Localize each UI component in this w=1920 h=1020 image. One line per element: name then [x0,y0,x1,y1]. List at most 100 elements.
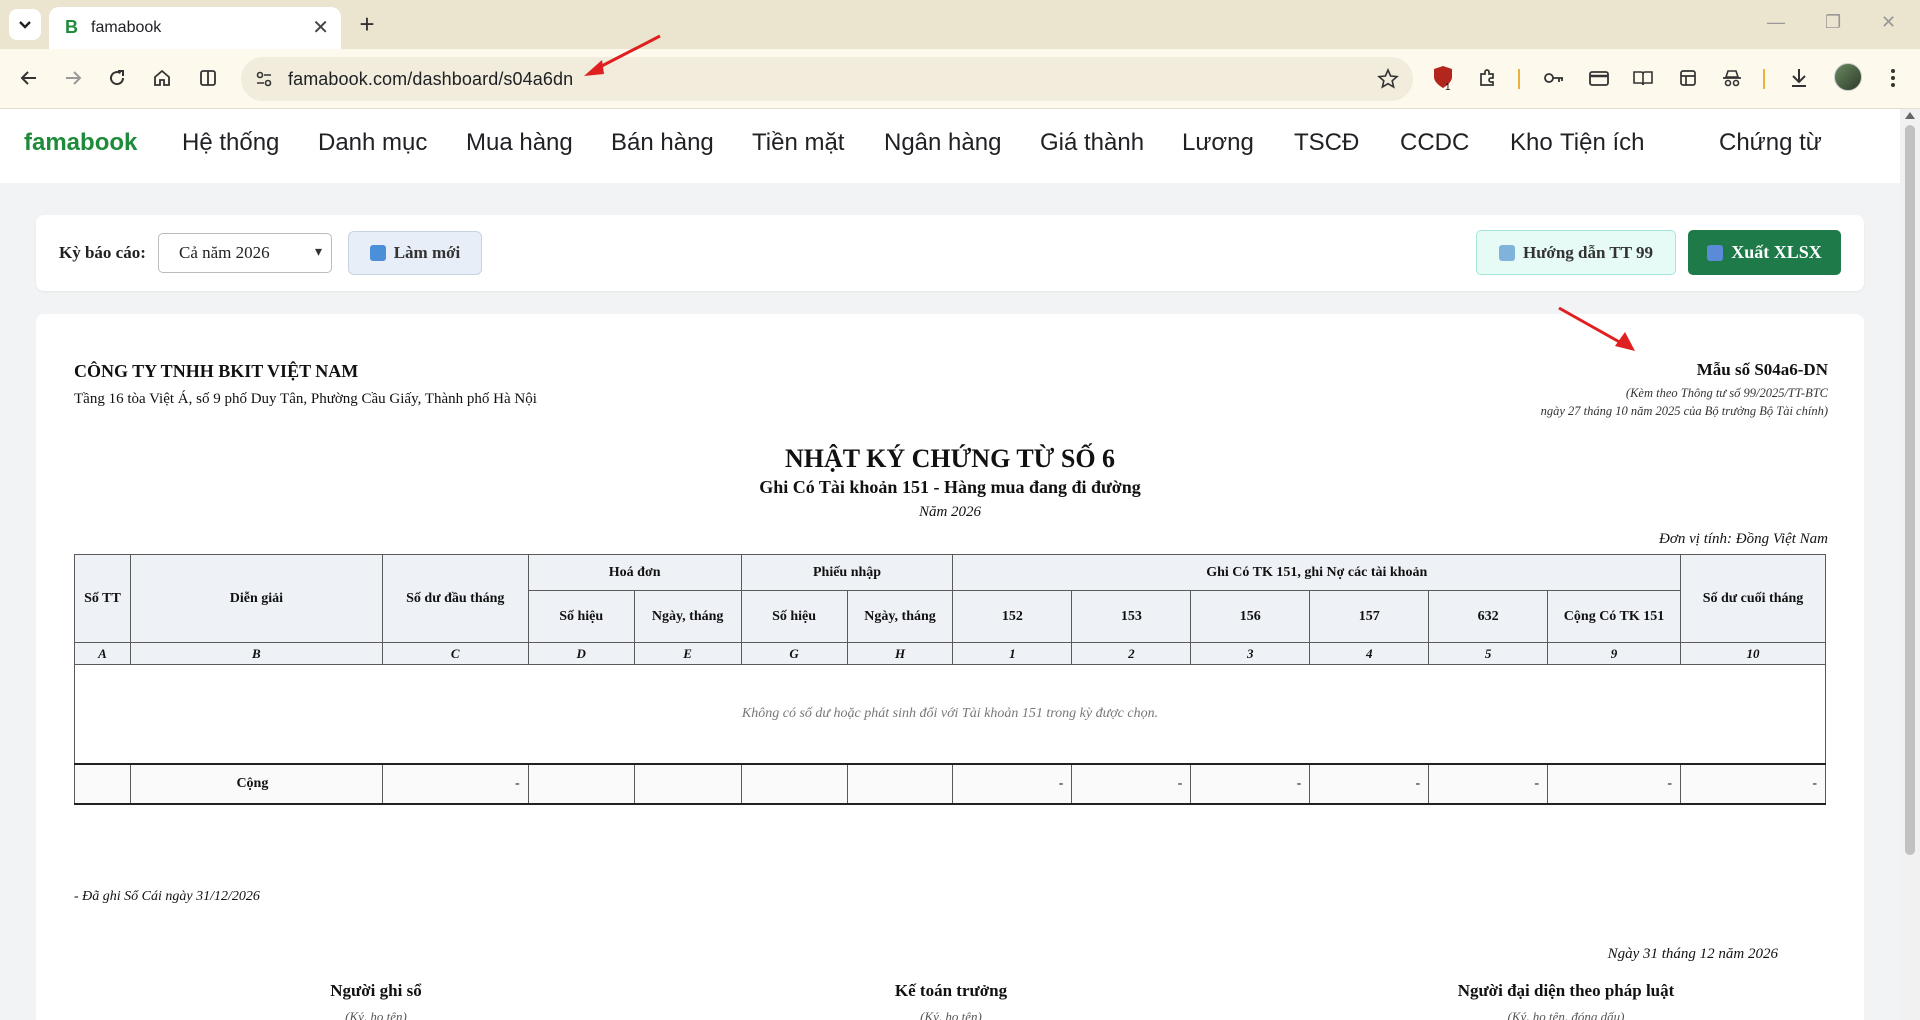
nav-chung-tu[interactable]: Chứng từ [1719,129,1822,157]
nav-kho[interactable]: Kho [1510,129,1553,157]
total-stt-cell [74,762,131,805]
header-account-156: 156 [1190,590,1311,643]
report-filter-bar: Kỳ báo cáo: Cả năm 2026 ▾ Làm mới Hướng … [36,215,1864,291]
window-close-icon[interactable]: ✕ [1881,12,1896,33]
favicon-icon: B [65,17,78,37]
report-title: NHẬT KÝ CHỨNG TỪ SỐ 6 [784,444,1116,473]
nav-tien-ich[interactable]: Tiện ích [1560,129,1644,157]
nav-luong[interactable]: Lương [1182,129,1254,157]
guide-button[interactable]: Hướng dẫn TT 99 [1476,230,1676,275]
total-label: Cộng [129,762,383,805]
header-account-153: 153 [1071,590,1192,643]
forward-icon[interactable] [60,65,86,91]
header-account-157: 157 [1309,590,1430,643]
tab-list-button[interactable] [9,9,41,40]
empty-message: Không có số dư hoặc phát sinh đối với Tà… [74,664,1826,764]
header-stt: Số TT [74,554,131,643]
nav-tien-mat[interactable]: Tiền mặt [752,129,844,157]
index-cell: 5 [1428,642,1549,665]
header-receipt-date: Ngày, tháng [846,590,954,643]
nav-danh-muc[interactable]: Danh mục [318,129,427,157]
header-account-152: 152 [952,590,1073,643]
signing-date: Ngày 31 tháng 12 năm 2026 [1607,946,1778,962]
extension-shield-icon[interactable]: 1 [1430,65,1456,91]
guide-label: Hướng dẫn TT 99 [1522,242,1653,262]
minimize-icon[interactable]: — [1767,12,1785,33]
close-tab-icon[interactable]: ✕ [312,15,329,40]
form-legal-note: (Kèm theo Thông tư số 99/2025/TT-BTC [1625,386,1828,400]
signer-chief-accountant-sub: (Ký, họ tên) [920,1009,982,1020]
browser-toolbar: famabook.com/dashboard/s04a6dn 1 [0,49,1920,109]
signer-legal-rep-title: Người đại diện theo pháp luật [1457,981,1675,1000]
header-description: Diễn giải [129,554,383,643]
more-menu-icon[interactable] [1880,65,1906,91]
home-icon[interactable] [149,65,175,91]
chevron-down-icon: ▾ [314,245,322,260]
download-icon[interactable] [1786,65,1812,91]
incognito-icon[interactable] [1719,65,1745,91]
restore-icon[interactable]: ❐ [1825,12,1841,33]
nav-he-thong[interactable]: Hệ thống [182,129,279,157]
annotation-arrow-icon [1558,306,1635,351]
index-row: A B C D E G H 1 2 3 4 5 9 10 [74,642,1826,665]
nav-tscd[interactable]: TSCĐ [1294,129,1359,157]
report-subtitle: Ghi Có Tài khoản 151 - Hàng mua đang đi … [759,477,1141,497]
puzzle-icon[interactable] [1474,65,1500,91]
site-info-icon[interactable] [253,68,275,90]
header-invoice-number: Số hiệu [527,590,635,643]
total-opening: - [381,762,529,805]
key-icon[interactable] [1541,65,1567,91]
export-icon [1707,244,1724,261]
header-invoice: Hoá đơn [527,554,742,591]
form-code: Mẫu số S04a6-DN [1696,360,1828,379]
app-navbar: famabook Hệ thống Danh mục Mua hàng Bán … [0,109,1900,183]
scroll-up-icon[interactable] [1905,112,1915,119]
address-bar[interactable]: famabook.com/dashboard/s04a6dn [241,57,1413,101]
toolbar-divider [1763,69,1765,89]
tab-search-icon[interactable] [1675,65,1701,91]
refresh-icon [369,245,386,261]
nav-ccdc[interactable]: CCDC [1400,129,1469,157]
avatar[interactable] [1834,63,1862,91]
nav-mua-hang[interactable]: Mua hàng [466,129,573,157]
total-invoice-number [527,762,635,805]
brand-logo[interactable]: famabook [24,129,137,157]
refresh-label: Làm mới [393,243,461,262]
nav-ngan-hang[interactable]: Ngân hàng [884,129,1001,157]
nav-gia-thanh[interactable]: Giá thành [1040,129,1144,157]
signer-recorder-sub: (Ký, họ tên) [345,1009,407,1020]
report-year: Năm 2026 [918,504,982,520]
star-icon[interactable] [1377,68,1399,90]
header-invoice-date: Ngày, tháng [633,590,742,643]
ledger-posting-note: - Đã ghi Sổ Cái ngày 31/12/2026 [74,889,260,904]
index-cell: E [633,642,742,665]
index-cell: A [74,642,131,665]
total-invoice-date [633,762,742,805]
period-label: Kỳ báo cáo: [59,243,146,262]
company-name: CÔNG TY TNHH BKIT VIỆT NAM [74,361,359,381]
index-cell: 10 [1680,642,1826,665]
new-tab-button[interactable]: + [352,9,382,39]
page-scrollbar[interactable] [1900,109,1920,1020]
reload-icon[interactable] [104,65,130,91]
split-view-icon[interactable] [195,65,221,91]
header-receipt-number: Số hiệu [740,590,848,643]
refresh-button[interactable]: Làm mới [348,231,482,275]
back-icon[interactable] [16,65,42,91]
index-cell: B [129,642,383,665]
nav-ban-hang[interactable]: Bán hàng [611,129,714,157]
total-receipt-number [740,762,848,805]
total-153: - [1071,762,1192,805]
browser-tab-strip: B famabook ✕ + — ❐ ✕ [0,0,1920,49]
report-sheet: CÔNG TY TNHH BKIT VIỆT NAM Tầng 16 tòa V… [36,314,1864,1020]
card-icon[interactable] [1586,65,1612,91]
page-viewport: famabook Hệ thống Danh mục Mua hàng Bán … [0,109,1900,1020]
signer-chief-accountant-title: Kế toán trưởng [894,981,1008,1000]
scrollbar-thumb[interactable] [1905,125,1915,855]
reading-list-icon[interactable] [1630,65,1656,91]
total-row: Cộng - - - - - - - - [74,762,1826,805]
period-select[interactable]: Cả năm 2026 ▾ [158,233,332,273]
total-credit-151: - [1547,762,1681,805]
browser-tab-active[interactable]: B famabook ✕ [49,7,341,49]
export-xlsx-button[interactable]: Xuất XLSX [1688,230,1841,275]
